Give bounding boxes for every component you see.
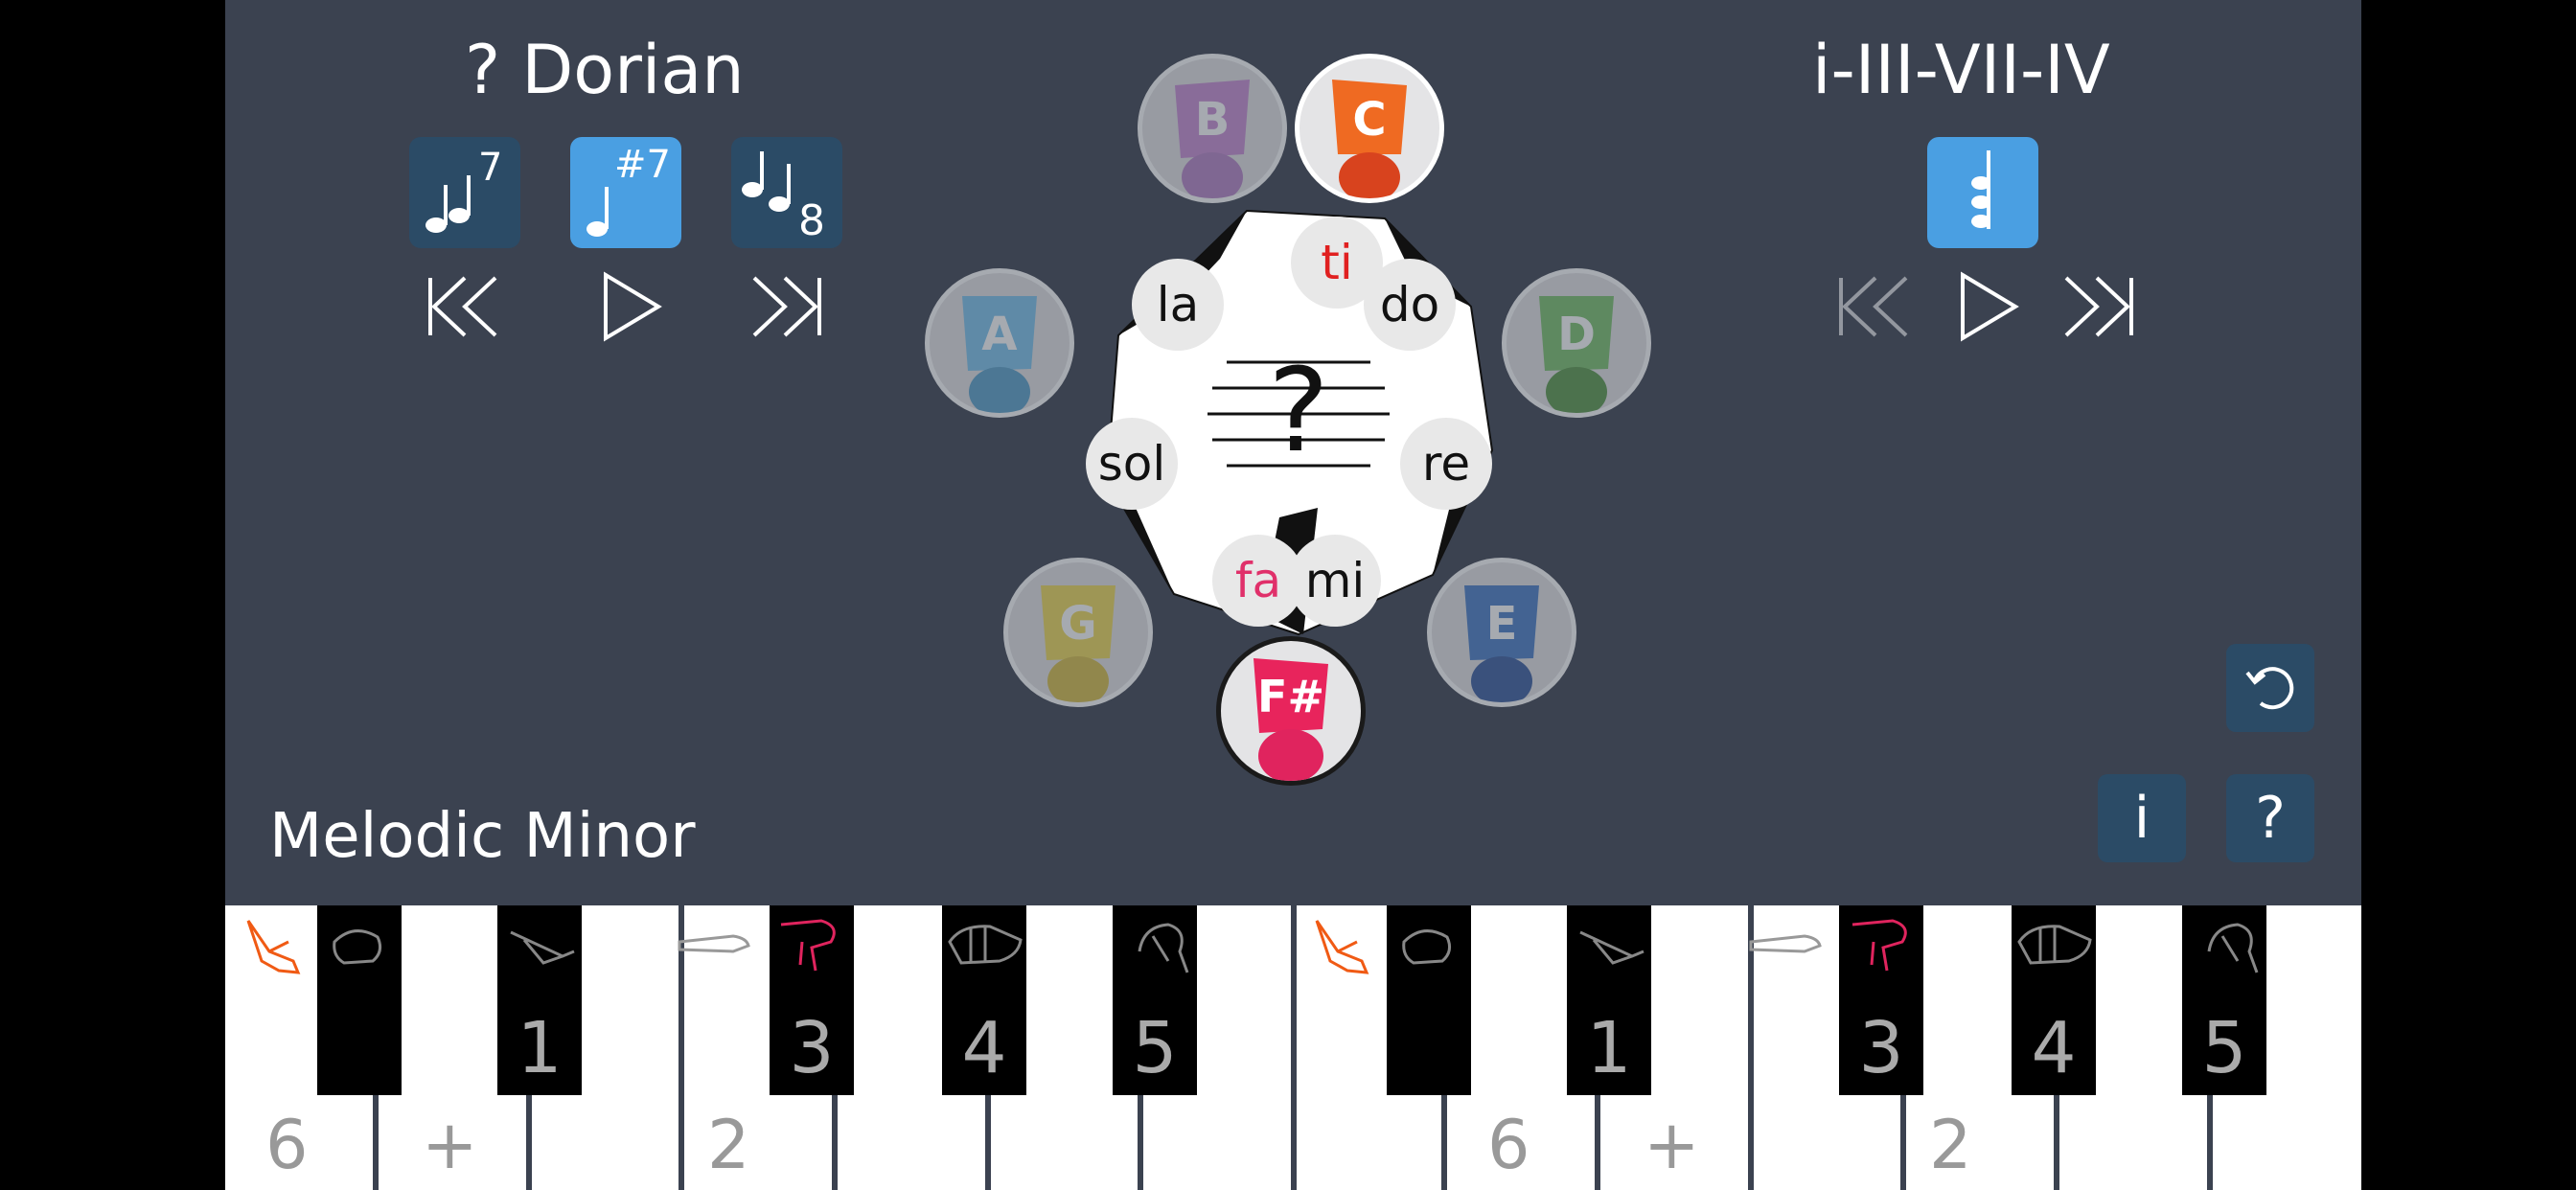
skip-forward-button[interactable]	[748, 273, 825, 340]
app-canvas: ? Dorian 7 #7 8 i-III-VII-IV ? ti do re …	[225, 0, 2361, 1190]
gray-hand-sign-icon	[510, 930, 575, 965]
help-button[interactable]: ?	[2226, 774, 2314, 862]
svg-text:C: C	[1352, 93, 1386, 147]
progression-skip-forward-button[interactable]	[2060, 273, 2137, 340]
solfege-re[interactable]: re	[1400, 418, 1492, 510]
skip-forward-icon	[752, 276, 821, 337]
gray-hand-sign-icon	[1402, 929, 1452, 965]
play-icon	[1961, 271, 2019, 342]
play-icon	[604, 271, 662, 342]
gray-hand-sign-icon	[2207, 923, 2259, 973]
skip-back-button[interactable]	[425, 273, 501, 340]
gray-hand-sign-icon	[1138, 923, 1189, 973]
note-head-b[interactable]: B	[1138, 54, 1287, 203]
note-head-d[interactable]: D	[1502, 268, 1651, 418]
svg-text:8: 8	[798, 196, 825, 245]
note-head-e[interactable]: E	[1427, 558, 1576, 707]
sharp-seventh-button[interactable]: #7	[570, 137, 681, 248]
svg-text:E: E	[1486, 597, 1518, 651]
note-head-f-sharp[interactable]: F#	[1216, 636, 1366, 786]
progression-skip-back-button[interactable]	[1835, 273, 1912, 340]
center-question-mark: ?	[1268, 345, 1329, 478]
orange-hand-sign-icon	[1315, 920, 1369, 974]
svg-text:D: D	[1557, 308, 1596, 361]
svg-text:#7: #7	[614, 143, 671, 187]
progression-play-button[interactable]	[1958, 271, 2021, 342]
solfege-fa[interactable]: fa	[1212, 535, 1304, 627]
progression-title: i-III-VII-IV	[1812, 31, 2110, 109]
piano-keyboard[interactable]: 6 + 2 6 + 2 1 3 4 5 1 3 4 5	[225, 905, 2361, 1190]
pink-hand-sign-icon	[780, 919, 836, 972]
play-button[interactable]	[601, 271, 664, 342]
note-sharp-seven-icon: #7	[586, 143, 671, 237]
skip-forward-icon	[2064, 276, 2133, 337]
svg-text:B: B	[1195, 93, 1230, 147]
pink-hand-sign-icon	[1852, 919, 1907, 972]
note-head-a[interactable]: A	[925, 268, 1074, 418]
orange-hand-sign-icon	[246, 920, 301, 974]
scale-label: Melodic Minor	[269, 801, 696, 872]
skip-back-icon	[1839, 276, 1908, 337]
undo-button[interactable]	[2226, 644, 2314, 732]
gray-hand-sign-icon	[948, 925, 1023, 965]
svg-text:A: A	[981, 308, 1017, 361]
gray-hand-sign-icon	[2017, 925, 2092, 965]
octave-button[interactable]: 8	[731, 137, 842, 248]
natural-seventh-button[interactable]: 7	[409, 137, 520, 248]
note-head-g[interactable]: G	[1003, 558, 1153, 707]
solfege-sol[interactable]: sol	[1086, 418, 1178, 510]
gray-hand-sign-icon	[678, 934, 750, 953]
note-head-c[interactable]: C	[1295, 54, 1444, 203]
undo-icon	[2245, 667, 2294, 710]
mode-title: ? Dorian	[465, 31, 745, 109]
rhythm-button[interactable]	[1927, 137, 2038, 248]
two-notes-seven-icon: 7	[426, 146, 502, 233]
svg-text:F#: F#	[1257, 671, 1324, 722]
info-button[interactable]: i	[2098, 774, 2186, 862]
skip-back-icon	[428, 276, 497, 337]
gray-hand-sign-icon	[333, 929, 382, 965]
solfege-do[interactable]: do	[1364, 259, 1456, 351]
svg-text:7: 7	[478, 146, 502, 190]
stacked-notes-icon	[1971, 150, 1990, 229]
svg-text:G: G	[1059, 597, 1096, 651]
gray-hand-sign-icon	[1749, 934, 1822, 953]
gray-hand-sign-icon	[1579, 930, 1644, 965]
two-notes-eight-icon: 8	[742, 151, 825, 245]
solfege-la[interactable]: la	[1132, 259, 1224, 351]
